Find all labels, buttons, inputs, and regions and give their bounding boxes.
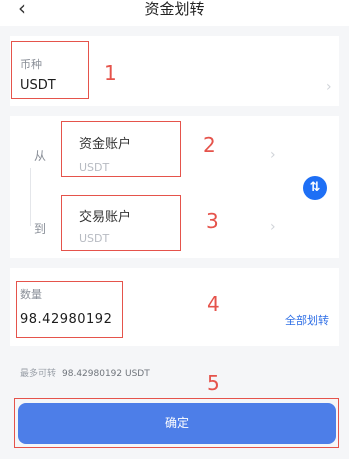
annotation-number-1: 1 [104, 61, 117, 85]
max-transferable: 最多可转 98.42980192 USDT [20, 366, 150, 379]
timeline-divider [30, 168, 31, 226]
transfer-all-link[interactable]: 全部划转 [285, 312, 329, 328]
swap-vertical-icon[interactable]: ⇅ [303, 176, 327, 200]
chevron-right-icon: › [326, 79, 332, 95]
annotation-number-3: 3 [206, 209, 219, 233]
annotation-number-2: 2 [203, 133, 216, 157]
annotation-box-1 [11, 41, 89, 99]
confirm-button[interactable]: 确定 [18, 403, 336, 444]
annotation-box-3 [61, 195, 181, 251]
max-transferable-label: 最多可转 [20, 369, 57, 379]
chevron-right-icon: › [270, 219, 276, 235]
from-label: 从 [34, 149, 47, 163]
annotation-box-4 [16, 281, 123, 338]
page-title: 资金划转 [144, 0, 205, 18]
chevron-right-icon: › [270, 147, 276, 163]
annotation-number-5: 5 [207, 371, 220, 395]
to-label: 到 [34, 222, 47, 236]
annotation-box-2 [61, 121, 181, 177]
max-transferable-value: 98.42980192 USDT [62, 369, 150, 379]
top-nav-bar: ‹ 资金划转 [0, 0, 349, 26]
annotation-number-4: 4 [207, 292, 220, 316]
